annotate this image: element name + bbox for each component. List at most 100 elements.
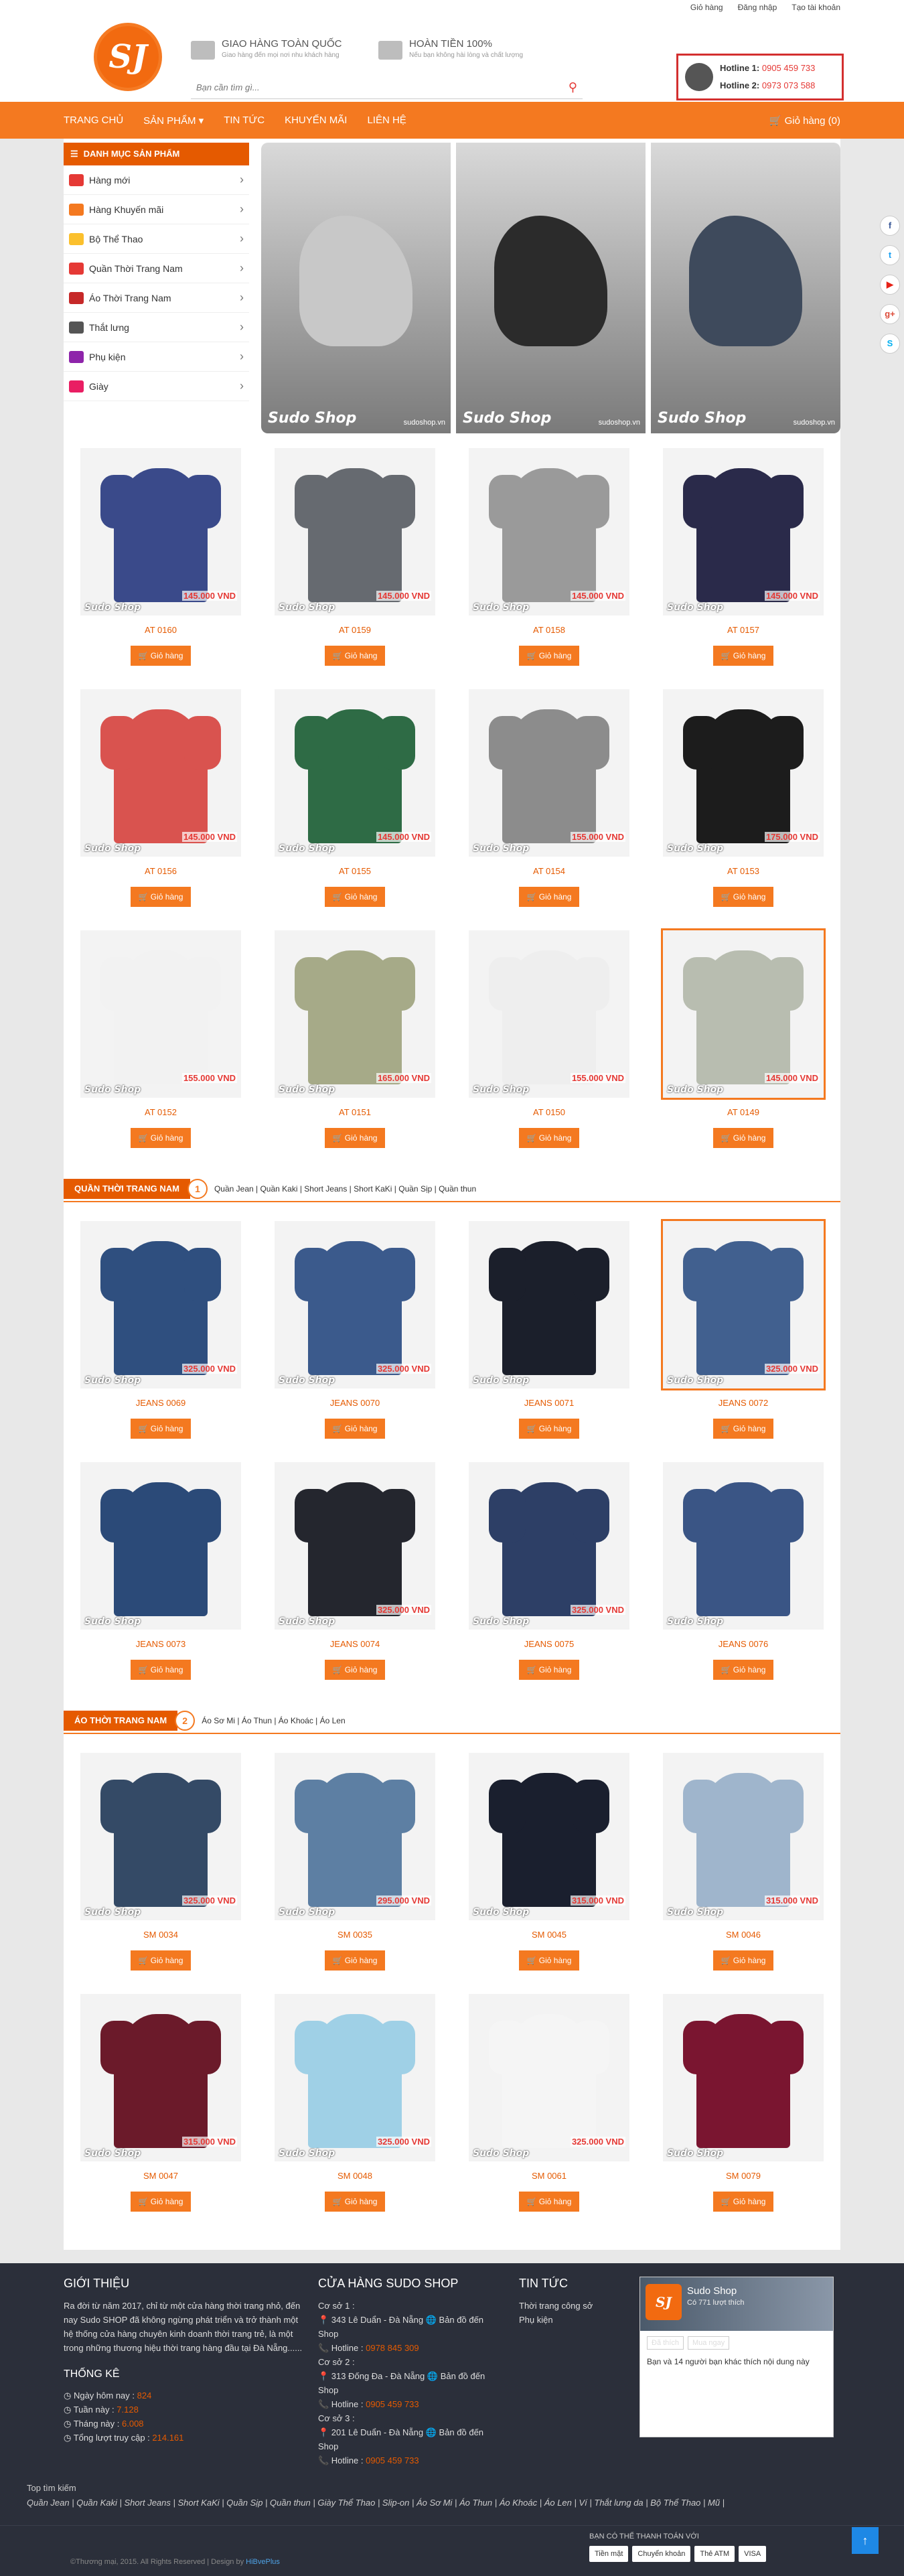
social-icon[interactable]: g+: [880, 304, 900, 324]
product-card[interactable]: Sudo Shop 325.000 VND JEANS 0069 🛒 Giỏ hàng: [64, 1214, 258, 1455]
product-card[interactable]: Sudo Shop 155.000 VND AT 0152 🛒 Giỏ hàng: [64, 924, 258, 1165]
add-to-cart-button[interactable]: 🛒 Giỏ hàng: [712, 1950, 774, 1971]
product-name[interactable]: AT 0150: [533, 1107, 565, 1117]
product-card[interactable]: Sudo Shop 145.000 VND AT 0156 🛒 Giỏ hàng: [64, 683, 258, 924]
add-to-cart-button[interactable]: 🛒 Giỏ hàng: [518, 1950, 580, 1971]
category-item[interactable]: Hàng mới ›: [64, 165, 249, 195]
product-image[interactable]: Sudo Shop 325.000 VND: [275, 1221, 435, 1388]
nav-item[interactable]: LIÊN HỆ: [367, 115, 406, 126]
add-to-cart-button[interactable]: 🛒 Giỏ hàng: [130, 1128, 192, 1148]
product-name[interactable]: SM 0034: [143, 1930, 178, 1940]
add-to-cart-button[interactable]: 🛒 Giỏ hàng: [324, 646, 386, 666]
product-card[interactable]: Sudo Shop 145.000 VND AT 0160 🛒 Giỏ hàng: [64, 441, 258, 683]
product-image[interactable]: Sudo Shop 145.000 VND: [80, 689, 241, 857]
product-image[interactable]: Sudo Shop 175.000 VND: [663, 689, 824, 857]
social-icon[interactable]: ▶: [880, 275, 900, 295]
add-to-cart-button[interactable]: 🛒 Giỏ hàng: [712, 646, 774, 666]
add-to-cart-button[interactable]: 🛒 Giỏ hàng: [324, 1128, 386, 1148]
product-card[interactable]: Sudo Shop 325.000 VND SM 0034 🛒 Giỏ hàng: [64, 1746, 258, 1987]
product-image[interactable]: Sudo Shop 145.000 VND: [469, 448, 629, 616]
product-card[interactable]: Sudo Shop 325.000 VND JEANS 0074 🛒 Giỏ hàng: [258, 1455, 452, 1697]
add-to-cart-button[interactable]: 🛒 Giỏ hàng: [130, 1950, 192, 1971]
product-image[interactable]: Sudo Shop 315.000 VND: [80, 1994, 241, 2161]
section-links[interactable]: Áo Sơ Mi | Áo Thun | Áo Khoác | Áo Len: [202, 1716, 345, 1725]
add-to-cart-button[interactable]: 🛒 Giỏ hàng: [324, 887, 386, 907]
product-card[interactable]: Sudo Shop SM 0079 🛒 Giỏ hàng: [646, 1987, 840, 2228]
add-to-cart-button[interactable]: 🛒 Giỏ hàng: [324, 1660, 386, 1680]
product-image[interactable]: Sudo Shop 145.000 VND: [275, 689, 435, 857]
facebook-widget[interactable]: SJ Sudo Shop Có 771 lượt thích Đã thích …: [639, 2277, 834, 2437]
product-card[interactable]: Sudo Shop JEANS 0076 🛒 Giỏ hàng: [646, 1455, 840, 1697]
section-title[interactable]: QUẦN THỜI TRANG NAM: [64, 1179, 190, 1199]
social-icon[interactable]: S: [880, 334, 900, 354]
nav-item[interactable]: TIN TỨC: [224, 115, 265, 126]
product-card[interactable]: Sudo Shop 145.000 VND AT 0157 🛒 Giỏ hàng: [646, 441, 840, 683]
add-to-cart-button[interactable]: 🛒 Giỏ hàng: [324, 2192, 386, 2212]
add-to-cart-button[interactable]: 🛒 Giỏ hàng: [712, 1660, 774, 1680]
product-image[interactable]: Sudo Shop 325.000 VND: [469, 1994, 629, 2161]
hotline-number[interactable]: 0905 459 733: [366, 2399, 419, 2409]
product-name[interactable]: AT 0152: [145, 1107, 177, 1117]
add-to-cart-button[interactable]: 🛒 Giỏ hàng: [324, 1950, 386, 1971]
product-image[interactable]: Sudo Shop 295.000 VND: [275, 1753, 435, 1920]
product-card[interactable]: Sudo Shop 315.000 VND SM 0045 🛒 Giỏ hàng: [452, 1746, 646, 1987]
product-image[interactable]: Sudo Shop 155.000 VND: [80, 930, 241, 1098]
product-name[interactable]: JEANS 0073: [136, 1639, 185, 1649]
news-link[interactable]: Phụ kiện: [519, 2313, 626, 2327]
product-card[interactable]: Sudo Shop 155.000 VND AT 0154 🛒 Giỏ hàng: [452, 683, 646, 924]
product-name[interactable]: SM 0045: [532, 1930, 567, 1940]
category-item[interactable]: Quần Thời Trang Nam ›: [64, 254, 249, 283]
category-item[interactable]: Áo Thời Trang Nam ›: [64, 283, 249, 313]
add-to-cart-button[interactable]: 🛒 Giỏ hàng: [712, 887, 774, 907]
product-image[interactable]: Sudo Shop 315.000 VND: [663, 1753, 824, 1920]
product-card[interactable]: Sudo Shop 145.000 VND AT 0158 🛒 Giỏ hàng: [452, 441, 646, 683]
product-name[interactable]: AT 0155: [339, 866, 371, 876]
add-to-cart-button[interactable]: 🛒 Giỏ hàng: [518, 2192, 580, 2212]
section-title[interactable]: ÁO THỜI TRANG NAM: [64, 1711, 178, 1731]
product-name[interactable]: JEANS 0076: [719, 1639, 768, 1649]
nav-cart[interactable]: 🛒 Giỏ hàng (0): [769, 115, 840, 127]
product-name[interactable]: SM 0046: [726, 1930, 761, 1940]
product-name[interactable]: AT 0153: [727, 866, 759, 876]
top-link[interactable]: Giỏ hàng: [690, 3, 723, 12]
add-to-cart-button[interactable]: 🛒 Giỏ hàng: [324, 1419, 386, 1439]
product-image[interactable]: Sudo Shop 145.000 VND: [80, 448, 241, 616]
category-item[interactable]: Phụ kiện ›: [64, 342, 249, 372]
product-image[interactable]: Sudo Shop 325.000 VND: [661, 1219, 826, 1390]
product-image[interactable]: Sudo Shop 145.000 VND: [661, 928, 826, 1100]
category-item[interactable]: Hàng Khuyến mãi ›: [64, 195, 249, 224]
product-card[interactable]: Sudo Shop 325.000 VND SM 0048 🛒 Giỏ hàng: [258, 1987, 452, 2228]
product-name[interactable]: JEANS 0071: [524, 1398, 574, 1408]
product-card[interactable]: Sudo Shop 175.000 VND AT 0153 🛒 Giỏ hàng: [646, 683, 840, 924]
social-icon[interactable]: t: [880, 245, 900, 265]
tags-links[interactable]: Quần Jean | Quần Kaki | Short Jeans | Sh…: [27, 2498, 725, 2508]
add-to-cart-button[interactable]: 🛒 Giỏ hàng: [712, 2192, 774, 2212]
product-card[interactable]: Sudo Shop JEANS 0071 🛒 Giỏ hàng: [452, 1214, 646, 1455]
product-image[interactable]: Sudo Shop 325.000 VND: [275, 1462, 435, 1630]
social-icon[interactable]: f: [880, 216, 900, 236]
add-to-cart-button[interactable]: 🛒 Giỏ hàng: [518, 1128, 580, 1148]
product-name[interactable]: AT 0159: [339, 625, 371, 635]
product-image[interactable]: Sudo Shop: [663, 1462, 824, 1630]
product-name[interactable]: AT 0154: [533, 866, 565, 876]
product-name[interactable]: SM 0035: [337, 1930, 372, 1940]
fb-like-button[interactable]: Đã thích: [647, 2336, 684, 2350]
product-image[interactable]: Sudo Shop 325.000 VND: [275, 1994, 435, 2161]
product-name[interactable]: AT 0151: [339, 1107, 371, 1117]
product-name[interactable]: AT 0157: [727, 625, 759, 635]
product-card[interactable]: Sudo Shop 145.000 VND AT 0149 🛒 Giỏ hàng: [646, 924, 840, 1165]
news-link[interactable]: Thời trang công sở: [519, 2299, 626, 2313]
product-card[interactable]: Sudo Shop 325.000 VND JEANS 0072 🛒 Giỏ hàng: [646, 1214, 840, 1455]
product-image[interactable]: Sudo Shop 145.000 VND: [663, 448, 824, 616]
product-card[interactable]: Sudo Shop 145.000 VND AT 0159 🛒 Giỏ hàng: [258, 441, 452, 683]
hotline-number[interactable]: 0978 845 309: [366, 2343, 419, 2353]
banner-slider[interactable]: Sudo Shop sudoshop.vn Sudo Shop sudoshop.vn…: [261, 143, 840, 433]
product-name[interactable]: AT 0156: [145, 866, 177, 876]
search-input[interactable]: [196, 82, 569, 92]
add-to-cart-button[interactable]: 🛒 Giỏ hàng: [518, 887, 580, 907]
product-name[interactable]: AT 0160: [145, 625, 177, 635]
add-to-cart-button[interactable]: 🛒 Giỏ hàng: [130, 887, 192, 907]
add-to-cart-button[interactable]: 🛒 Giỏ hàng: [130, 646, 192, 666]
top-link[interactable]: Đăng nhập: [738, 3, 777, 12]
product-image[interactable]: Sudo Shop 325.000 VND: [80, 1221, 241, 1388]
